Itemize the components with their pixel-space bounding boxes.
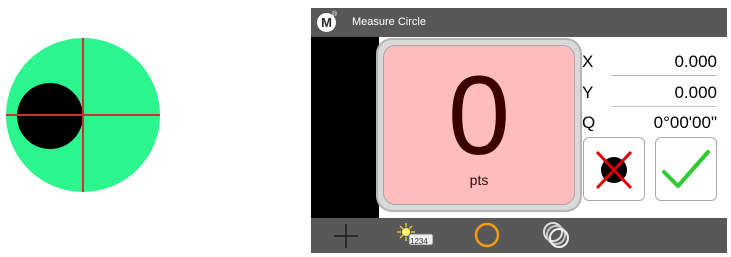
x-divider (611, 75, 717, 76)
reject-point-icon (595, 150, 633, 190)
point-counter-face: 0 pts (383, 45, 575, 205)
x-label: X (582, 52, 594, 71)
accept-button[interactable] (655, 137, 717, 201)
device-screen: M ® Measure Circle 0 pts X 0.000 Y 0.000… (311, 8, 727, 253)
x-value: 0.000 (674, 52, 717, 71)
app-logo-mark: ® (332, 11, 338, 18)
crosshair-add-icon[interactable] (330, 220, 362, 250)
y-value: 0.000 (674, 83, 717, 102)
y-divider (611, 106, 717, 107)
window-title: Measure Circle (352, 16, 426, 28)
y-label: Y (582, 83, 594, 102)
point-counter: 0 pts (376, 38, 582, 212)
title-bar: M ® Measure Circle (311, 8, 727, 37)
reject-button[interactable] (583, 137, 645, 201)
point-count: 0 (447, 53, 511, 178)
circle-tool-icon[interactable] (471, 220, 503, 250)
q-label: Q (582, 113, 596, 132)
bottom-toolbar: 1234 (311, 218, 727, 253)
probe-illustration (6, 38, 160, 192)
points-unit: pts (469, 172, 489, 188)
q-value: 0°00'00" (653, 113, 717, 132)
camera-view (311, 37, 379, 218)
accept-icon (662, 150, 710, 188)
counter-badge: 1234 (410, 237, 428, 246)
multi-circle-icon[interactable] (540, 220, 572, 250)
light-counter-button[interactable]: 1234 (395, 220, 435, 250)
